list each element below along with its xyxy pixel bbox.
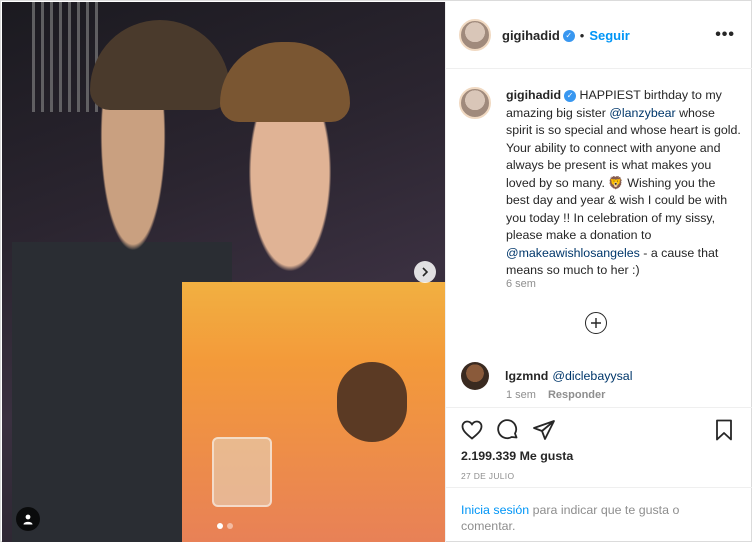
plus-icon xyxy=(591,318,601,328)
caption-username[interactable]: gigihadid ✓ xyxy=(506,88,577,102)
caption-mention-makeawish[interactable]: @makeawishlosangeles xyxy=(506,246,640,260)
comment-timestamp[interactable]: 1 sem xyxy=(506,389,536,401)
caption-text: gigihadid ✓ HAPPIEST birthday to my amazi… xyxy=(506,87,741,280)
photo-bag xyxy=(337,362,407,442)
comments-section[interactable]: gigihadid ✓ HAPPIEST birthday to my amazi… xyxy=(446,69,752,407)
author-avatar[interactable] xyxy=(459,19,491,51)
heart-icon[interactable] xyxy=(460,418,484,442)
likes-count[interactable]: 2.199.339 Me gusta xyxy=(461,449,573,463)
post-side-panel: gigihadid ✓ • Seguir ••• gigihadid ✓ HAPPI… xyxy=(445,2,752,542)
post-photo[interactable] xyxy=(2,2,445,542)
comment-meta: 1 sem Responder xyxy=(506,389,605,401)
chevron-right-icon xyxy=(422,267,429,277)
carousel-indicator xyxy=(217,523,233,529)
verified-badge-icon: ✓ xyxy=(564,89,577,102)
caption-timestamp[interactable]: 6 sem xyxy=(506,278,536,290)
login-prompt: Inicia sesión para indicar que te gusta … xyxy=(446,487,752,542)
commenter-avatar[interactable] xyxy=(461,362,489,390)
bookmark-icon[interactable] xyxy=(712,418,736,442)
photo-hair-left xyxy=(90,20,230,110)
tagged-users-button[interactable] xyxy=(16,507,40,531)
comment-item: lgzmnd @diclebayysal xyxy=(461,362,632,390)
user-icon xyxy=(23,514,33,525)
carousel-dot xyxy=(227,523,233,529)
next-photo-button[interactable] xyxy=(414,261,436,283)
post-caption: gigihadid ✓ HAPPIEST birthday to my amazi… xyxy=(459,87,749,280)
post-modal: gigihadid ✓ • Seguir ••• gigihadid ✓ HAPPI… xyxy=(0,0,752,542)
carousel-dot-active xyxy=(217,523,223,529)
ellipsis-icon[interactable]: ••• xyxy=(715,26,735,44)
caption-avatar[interactable] xyxy=(459,87,491,119)
load-more-comments-button[interactable] xyxy=(585,312,607,334)
follow-button[interactable]: Seguir xyxy=(589,28,629,43)
login-link[interactable]: Inicia sesión xyxy=(461,503,529,517)
comment-text: lgzmnd @diclebayysal xyxy=(505,369,632,383)
post-header: gigihadid ✓ • Seguir ••• xyxy=(446,2,752,69)
speech-bubble-icon[interactable] xyxy=(496,418,520,442)
verified-badge-icon: ✓ xyxy=(562,30,575,43)
author-username[interactable]: gigihadid ✓ xyxy=(502,28,575,43)
post-actions-bar xyxy=(446,407,752,453)
reply-button[interactable]: Responder xyxy=(548,389,605,401)
post-date[interactable]: 27 DE JULIO xyxy=(461,471,514,481)
caption-mention-lanzybear[interactable]: @lanzybear xyxy=(609,106,675,120)
commenter-username[interactable]: lgzmnd xyxy=(505,369,548,383)
login-prompt-text: Inicia sesión para indicar que te gusta … xyxy=(461,502,731,534)
header-separator: • xyxy=(579,27,585,43)
paper-plane-icon[interactable] xyxy=(532,418,556,442)
photo-glass xyxy=(212,437,272,507)
caption-text-part: whose spirit is so special and whose hea… xyxy=(506,105,741,243)
comment-mention[interactable]: @diclebayysal xyxy=(552,369,632,383)
photo-hair-right xyxy=(220,42,350,122)
